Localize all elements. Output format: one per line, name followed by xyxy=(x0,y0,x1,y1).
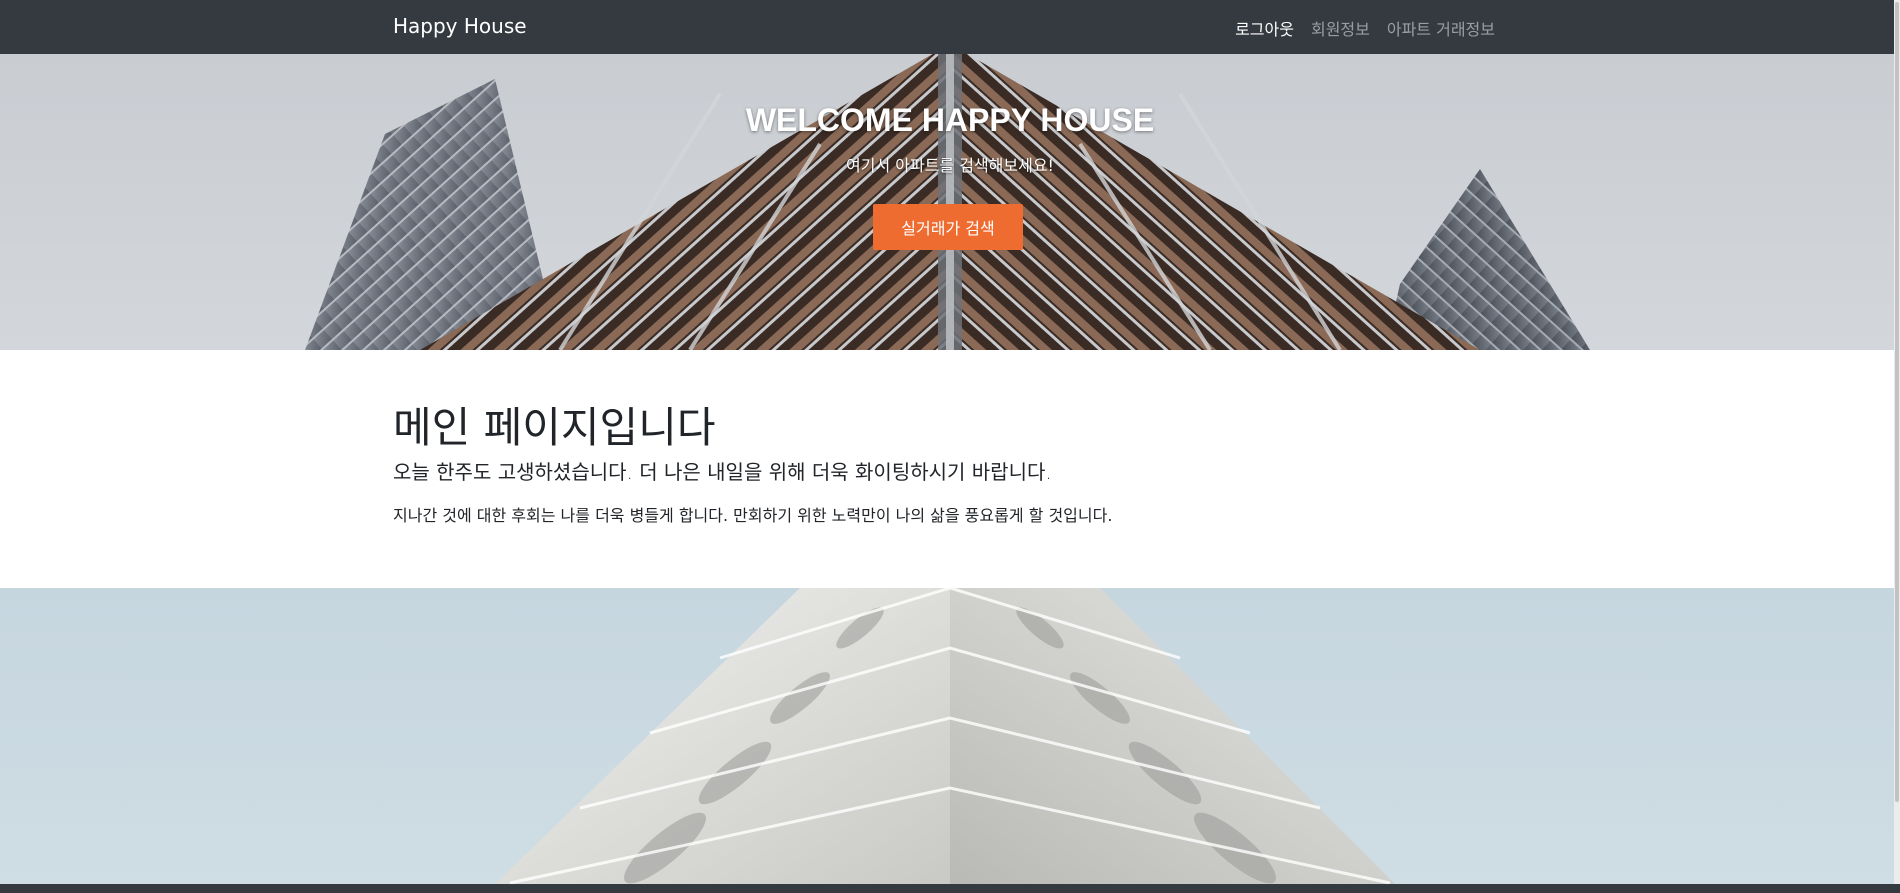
page-title: 메인 페이지입니다 xyxy=(393,403,716,452)
building-photo-icon xyxy=(305,54,1590,350)
lead-text: 오늘 한주도 고생하셨습니다. 더 나은 내일을 위해 더욱 화이팅하시기 바랍… xyxy=(393,460,1052,484)
brand-link[interactable]: Happy House xyxy=(393,14,527,38)
nav-apartment-deals[interactable]: 아파트 거래정보 xyxy=(1387,16,1495,40)
body-text: 지나간 것에 대한 후회는 나를 더욱 병들게 합니다. 만회하기 위한 노력만… xyxy=(393,506,1113,525)
scrollbar-thumb[interactable] xyxy=(1895,2,1899,802)
hero-subtitle: 여기서 아파트를 검색해보세요! xyxy=(846,156,1054,175)
hero-title: WELCOME HAPPY HOUSE xyxy=(745,102,1155,138)
navbar-container: Happy House 로그아웃 회원정보 아파트 거래정보 xyxy=(393,0,1495,54)
nav-member-info[interactable]: 회원정보 xyxy=(1311,16,1370,40)
main-content: 메인 페이지입니다 오늘 한주도 고생하셨습니다. 더 나은 내일을 위해 더욱… xyxy=(393,350,1495,588)
white-building-photo-icon xyxy=(495,588,1395,884)
bottom-banner xyxy=(0,588,1900,884)
footer-strip xyxy=(0,884,1900,893)
top-navbar: Happy House 로그아웃 회원정보 아파트 거래정보 xyxy=(0,0,1900,54)
nav-logout[interactable]: 로그아웃 xyxy=(1235,16,1294,40)
hero-banner: WELCOME HAPPY HOUSE 여기서 아파트를 검색해보세요! 실거래… xyxy=(0,54,1900,350)
vertical-scrollbar[interactable] xyxy=(1894,0,1900,884)
search-price-button[interactable]: 실거래가 검색 xyxy=(873,204,1023,250)
page: Happy House 로그아웃 회원정보 아파트 거래정보 WELCOME H… xyxy=(0,0,1900,893)
nav-links: 로그아웃 회원정보 아파트 거래정보 xyxy=(1235,16,1495,40)
